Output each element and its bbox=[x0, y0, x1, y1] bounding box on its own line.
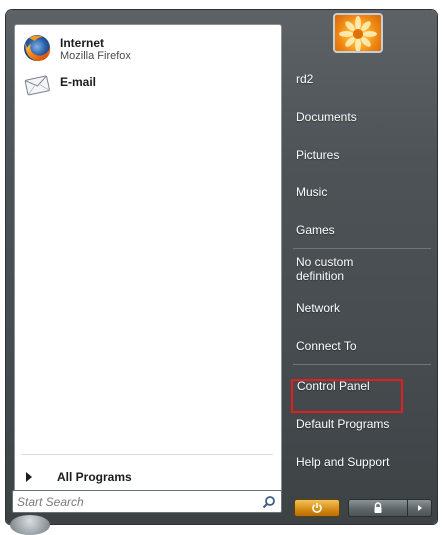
pinned-item-name: E-mail bbox=[60, 75, 97, 89]
search-input[interactable] bbox=[13, 490, 262, 513]
right-item-music[interactable]: Music bbox=[296, 185, 428, 199]
pinned-item-subtitle: Mozilla Firefox bbox=[60, 50, 131, 62]
right-item-user[interactable]: rd2 bbox=[296, 72, 428, 86]
firefox-icon bbox=[24, 35, 51, 61]
right-item-network[interactable]: Network bbox=[296, 301, 428, 315]
user-picture[interactable] bbox=[333, 13, 383, 53]
start-menu: Internet Mozilla Firefox E-mail All Prog… bbox=[6, 10, 437, 524]
pinned-item-name: Internet bbox=[60, 36, 105, 50]
search-icon[interactable] bbox=[262, 495, 276, 509]
right-item-connect-to[interactable]: Connect To bbox=[296, 339, 428, 353]
lock-button[interactable] bbox=[348, 499, 408, 517]
right-item-control-panel[interactable]: Control Panel bbox=[297, 379, 429, 393]
right-divider bbox=[293, 248, 431, 249]
arrow-right-icon bbox=[417, 505, 422, 511]
email-icon bbox=[24, 75, 50, 96]
right-item-games[interactable]: Games bbox=[296, 223, 428, 237]
right-item-documents[interactable]: Documents bbox=[296, 110, 428, 124]
start-orb[interactable] bbox=[10, 515, 50, 535]
pinned-programs-pane: Internet Mozilla Firefox E-mail All Prog… bbox=[14, 24, 282, 493]
all-programs-label: All Programs bbox=[57, 470, 132, 484]
right-item-default-programs[interactable]: Default Programs bbox=[296, 417, 428, 431]
all-programs-divider bbox=[21, 454, 273, 455]
pinned-item-email[interactable]: E-mail bbox=[21, 67, 271, 105]
right-item-help-and-support[interactable]: Help and Support bbox=[296, 455, 428, 469]
lock-icon bbox=[374, 502, 382, 513]
power-button[interactable] bbox=[294, 499, 340, 517]
shutdown-options-button[interactable] bbox=[408, 499, 432, 517]
flower-icon bbox=[339, 16, 377, 51]
arrow-right-icon bbox=[26, 472, 32, 482]
all-programs-button[interactable]: All Programs bbox=[23, 469, 132, 485]
power-icon bbox=[312, 503, 322, 513]
right-divider bbox=[293, 364, 431, 365]
right-item-pictures[interactable]: Pictures bbox=[296, 148, 428, 162]
search-box bbox=[12, 490, 282, 513]
pinned-item-internet[interactable]: Internet Mozilla Firefox bbox=[21, 31, 271, 69]
right-item-no-custom-definition[interactable]: No custom definition bbox=[296, 255, 376, 283]
